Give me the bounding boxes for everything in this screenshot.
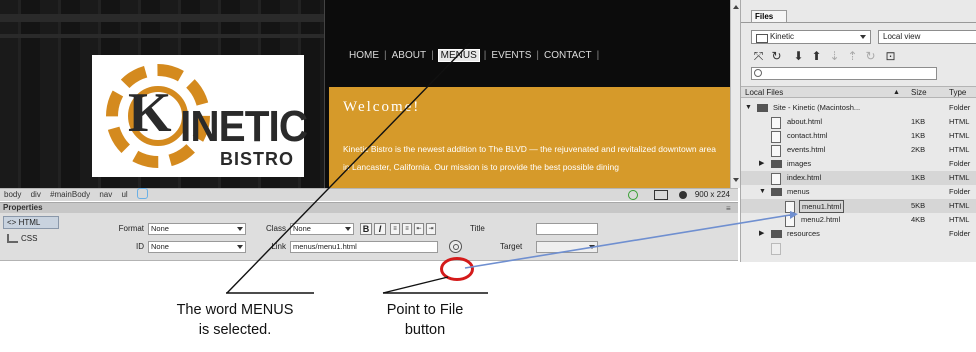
callout-menus: The word MENUS is selected. <box>176 302 294 338</box>
callout-point-to-file: Point to File button <box>386 302 464 338</box>
callout-lines <box>226 42 798 294</box>
